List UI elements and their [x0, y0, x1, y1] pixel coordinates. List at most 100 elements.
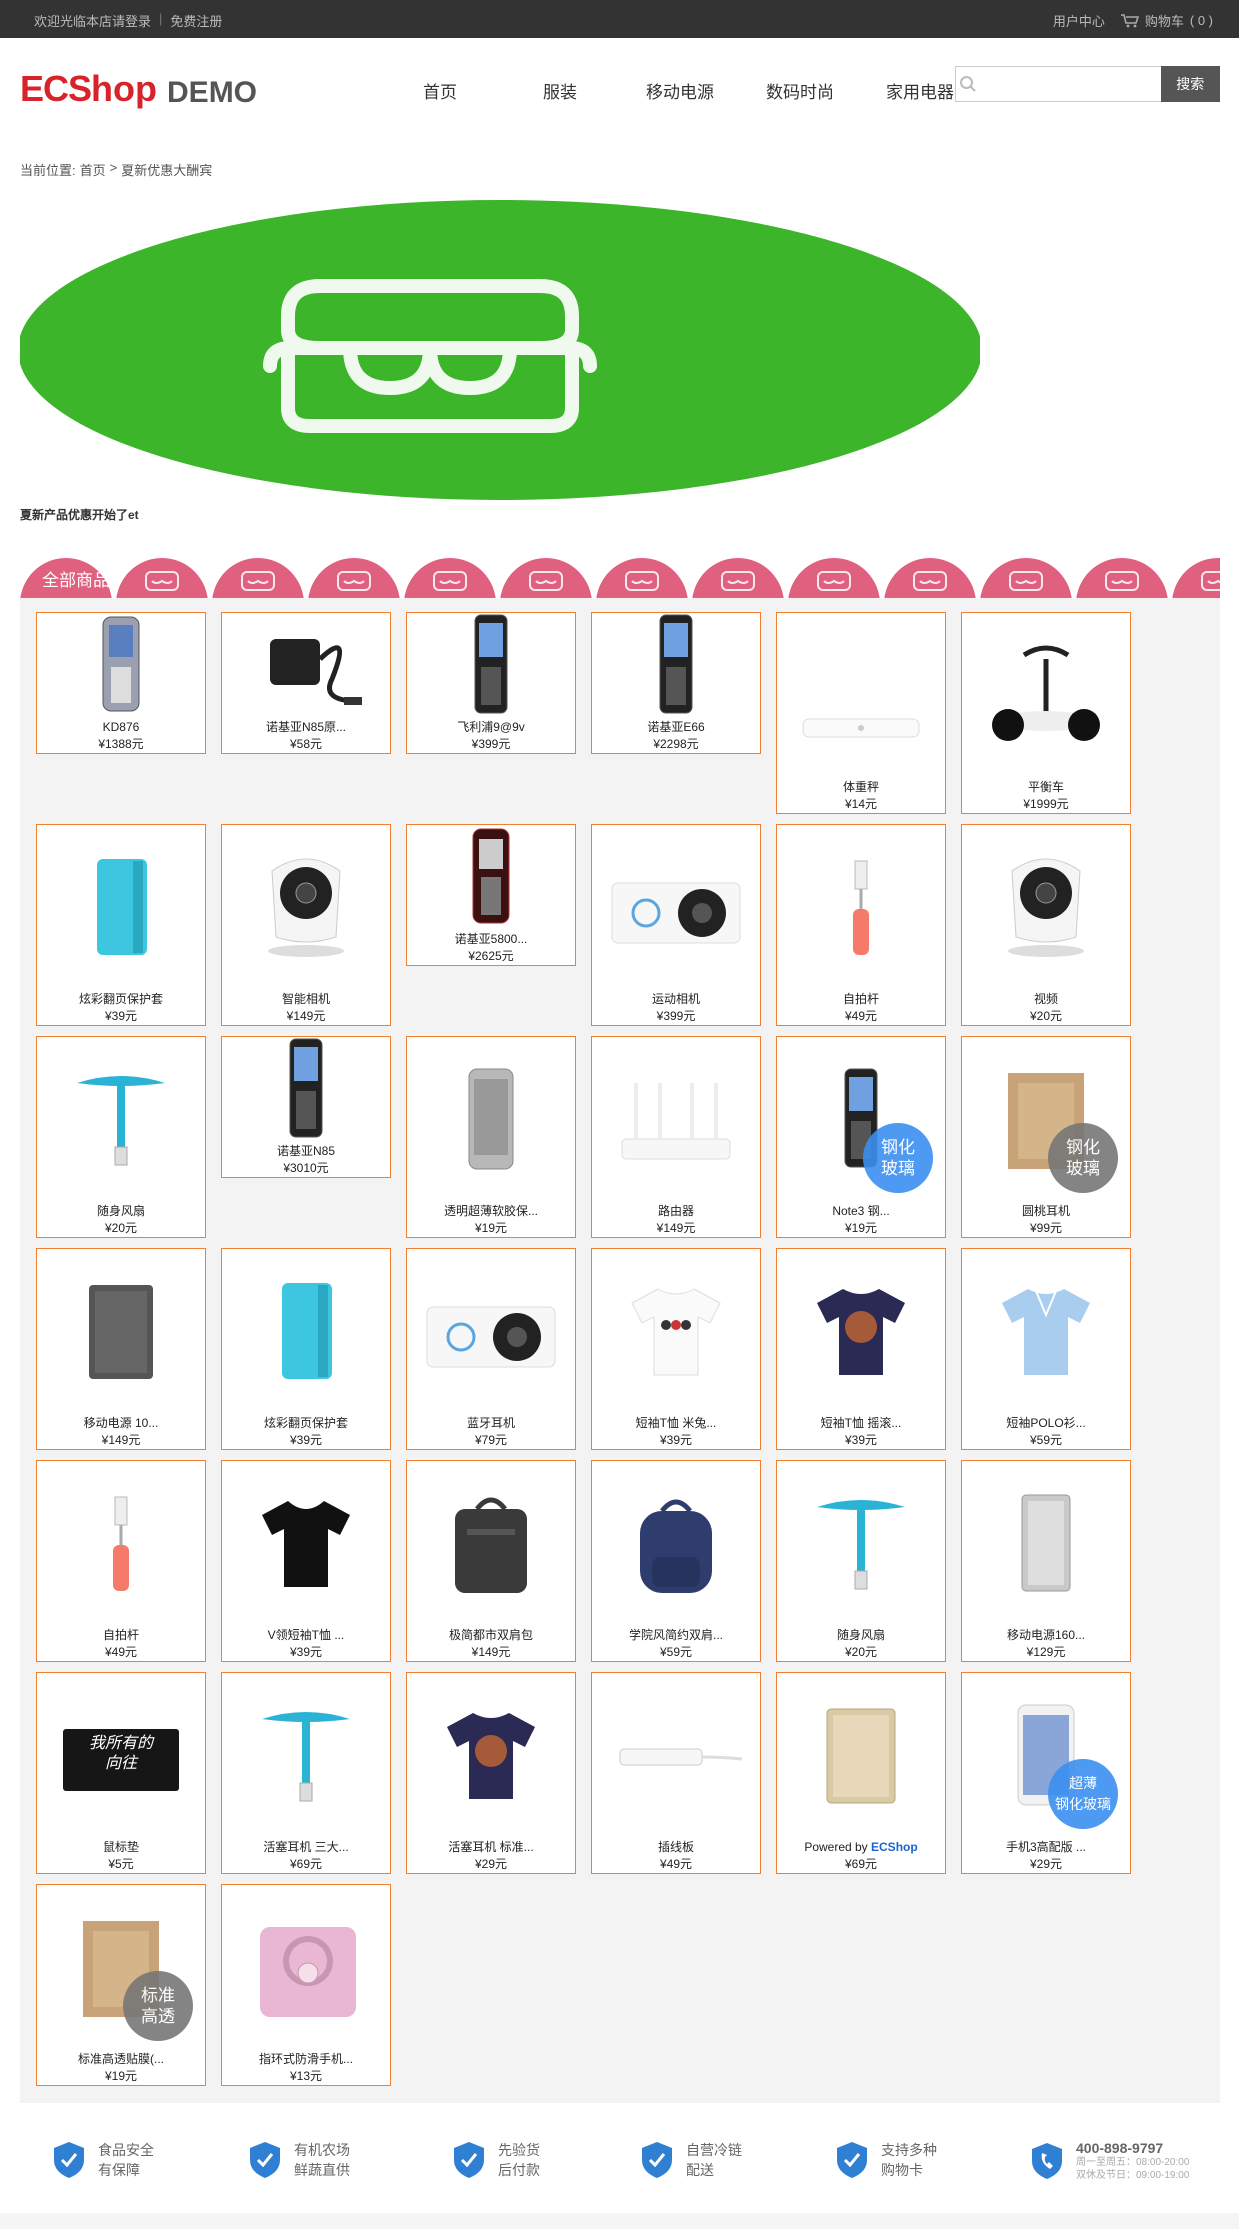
product-card[interactable]: 飞利浦9@9v ¥399元 — [406, 612, 576, 754]
product-card[interactable]: 标准 高透 标准高透贴膜(... ¥19元 — [36, 1884, 206, 2086]
product-name[interactable]: V领短袖T恤 ... — [222, 1627, 390, 1643]
product-name[interactable]: 炫彩翻页保护套 — [37, 991, 205, 1007]
product-card[interactable]: 诺基亚N85 ¥3010元 — [221, 1036, 391, 1178]
product-name[interactable]: 平衡车 — [962, 779, 1130, 795]
product-card[interactable]: 超薄 钢化玻璃 手机3高配版 ... ¥29元 — [961, 1672, 1131, 1874]
product-card[interactable]: KD876 ¥1388元 — [36, 612, 206, 754]
gray-backpack-icon[interactable] — [407, 1461, 575, 1623]
product-name[interactable]: 随身风扇 — [777, 1627, 945, 1643]
product-card[interactable]: 活塞耳机 标准... ¥29元 — [406, 1672, 576, 1874]
white-tshirt-icon[interactable] — [592, 1249, 760, 1411]
selfie-stick-icon[interactable] — [777, 825, 945, 987]
product-name[interactable]: 极简都市双肩包 — [407, 1627, 575, 1643]
power-strip-icon[interactable] — [592, 1673, 760, 1835]
product-card[interactable]: 随身风扇 ¥20元 — [36, 1036, 206, 1238]
login-link[interactable]: 欢迎光临本店请登录 — [34, 11, 151, 30]
power-bank-silver-icon[interactable] — [962, 1461, 1130, 1623]
navy-backpack-icon[interactable] — [592, 1461, 760, 1623]
product-card[interactable]: 智能相机 ¥149元 — [221, 824, 391, 1026]
cart-link[interactable]: 购物车 ( 0 ) — [1120, 11, 1213, 30]
phone-black-icon[interactable] — [592, 613, 760, 715]
product-name[interactable]: 指环式防滑手机... — [222, 2051, 390, 2067]
product-card[interactable]: 移动电源 10... ¥149元 — [36, 1248, 206, 1450]
polo-icon[interactable] — [962, 1249, 1130, 1411]
product-name[interactable]: 移动电源 10... — [37, 1415, 205, 1431]
ecshop-link[interactable]: ECShop — [871, 1840, 918, 1854]
router-icon[interactable] — [592, 1037, 760, 1199]
balance-scooter-icon[interactable] — [962, 613, 1130, 775]
product-card[interactable]: 学院风简约双肩... ¥59元 — [591, 1460, 761, 1662]
product-name[interactable]: 诺基亚N85 — [222, 1143, 390, 1159]
product-name[interactable]: Note3 钢... — [777, 1203, 945, 1219]
product-name[interactable]: 活塞耳机 三大... — [222, 1839, 390, 1855]
nav-power-bank[interactable]: 移动电源 — [620, 78, 740, 103]
action-camera-icon[interactable] — [592, 825, 760, 987]
product-name[interactable]: 路由器 — [592, 1203, 760, 1219]
product-name[interactable]: 标准高透贴膜(... — [37, 2051, 205, 2067]
product-name[interactable]: 自拍杆 — [777, 991, 945, 1007]
phone-gray-icon[interactable] — [37, 613, 205, 715]
power-bank-gold-icon[interactable] — [777, 1673, 945, 1835]
product-name[interactable]: 圆桃耳机 — [962, 1203, 1130, 1219]
phone-red-icon[interactable] — [407, 825, 575, 927]
product-name[interactable]: 学院风简约双肩... — [592, 1627, 760, 1643]
product-card[interactable]: 自拍杆 ¥49元 — [776, 824, 946, 1026]
product-card[interactable]: 短袖T恤 摇滚... ¥39元 — [776, 1248, 946, 1450]
product-name[interactable]: 移动电源160... — [962, 1627, 1130, 1643]
phone-black-icon[interactable] — [407, 613, 575, 715]
navy-tshirt-icon[interactable] — [407, 1673, 575, 1835]
product-name[interactable]: 体重秤 — [777, 779, 945, 795]
product-card[interactable]: Powered by ECShop ¥69元 — [776, 1672, 946, 1874]
phone-black-icon[interactable] — [222, 1037, 390, 1139]
nav-digital[interactable]: 数码时尚 — [740, 78, 860, 103]
product-name[interactable]: 透明超薄软胶保... — [407, 1203, 575, 1219]
nav-home[interactable]: 首页 — [380, 78, 500, 103]
product-card[interactable]: 钢化 玻璃 圆桃耳机 ¥99元 — [961, 1036, 1131, 1238]
search-button[interactable]: 搜索 — [1160, 66, 1220, 102]
ring-holder-icon[interactable] — [222, 1885, 390, 2047]
product-name[interactable]: 飞利浦9@9v — [407, 719, 575, 735]
power-bank-dark-icon[interactable] — [37, 1249, 205, 1411]
product-name[interactable]: 插线板 — [592, 1839, 760, 1855]
product-card[interactable]: 移动电源160... ¥129元 — [961, 1460, 1131, 1662]
product-name[interactable]: 自拍杆 — [37, 1627, 205, 1643]
product-card[interactable]: 平衡车 ¥1999元 — [961, 612, 1131, 814]
product-name[interactable]: 智能相机 — [222, 991, 390, 1007]
product-card[interactable]: 运动相机 ¥399元 — [591, 824, 761, 1026]
product-card[interactable]: V领短袖T恤 ... ¥39元 — [221, 1460, 391, 1662]
product-name[interactable]: 诺基亚E66 — [592, 719, 760, 735]
register-link[interactable]: 免费注册 — [170, 11, 222, 30]
product-name[interactable]: KD876 — [37, 719, 205, 735]
scale-icon[interactable] — [777, 613, 945, 775]
product-card[interactable]: 自拍杆 ¥49元 — [36, 1460, 206, 1662]
product-card[interactable]: 炫彩翻页保护套 ¥39元 — [221, 1248, 391, 1450]
breadcrumb-home[interactable]: 首页 — [80, 160, 106, 179]
smart-camera-icon[interactable] — [962, 825, 1130, 987]
selfie-stick-icon[interactable] — [37, 1461, 205, 1623]
product-name[interactable]: Powered by ECShop — [777, 1839, 945, 1855]
product-name[interactable]: 诺基亚N85原... — [222, 719, 390, 735]
navy-tshirt-icon[interactable] — [777, 1249, 945, 1411]
product-card[interactable]: 透明超薄软胶保... ¥19元 — [406, 1036, 576, 1238]
product-card[interactable]: 极简都市双肩包 ¥149元 — [406, 1460, 576, 1662]
product-card[interactable]: 体重秤 ¥14元 — [776, 612, 946, 814]
product-card[interactable]: 短袖POLO衫... ¥59元 — [961, 1248, 1131, 1450]
product-name[interactable]: 诺基亚5800... — [407, 931, 575, 947]
black-tshirt-icon[interactable] — [222, 1461, 390, 1623]
search-input[interactable] — [979, 67, 1161, 101]
smart-camera-icon[interactable] — [222, 825, 390, 987]
product-card[interactable]: 蓝牙耳机 ¥79元 — [406, 1248, 576, 1450]
product-card[interactable]: 活塞耳机 三大... ¥69元 — [221, 1672, 391, 1874]
silver-phone-icon[interactable] — [407, 1037, 575, 1199]
cyan-case-icon[interactable] — [222, 1249, 390, 1411]
product-name[interactable]: 鼠标垫 — [37, 1839, 205, 1855]
product-name[interactable]: 视频 — [962, 991, 1130, 1007]
product-name[interactable]: 随身风扇 — [37, 1203, 205, 1219]
user-center-link[interactable]: 用户中心 — [1053, 11, 1105, 30]
product-card[interactable]: 钢化 玻璃 Note3 钢... ¥19元 — [776, 1036, 946, 1238]
product-card[interactable]: 诺基亚E66 ¥2298元 — [591, 612, 761, 754]
product-name[interactable]: 短袖POLO衫... — [962, 1415, 1130, 1431]
site-logo[interactable]: ECS hop DEMO — [20, 68, 257, 110]
product-name[interactable]: 短袖T恤 摇滚... — [777, 1415, 945, 1431]
product-card[interactable]: 随身风扇 ¥20元 — [776, 1460, 946, 1662]
